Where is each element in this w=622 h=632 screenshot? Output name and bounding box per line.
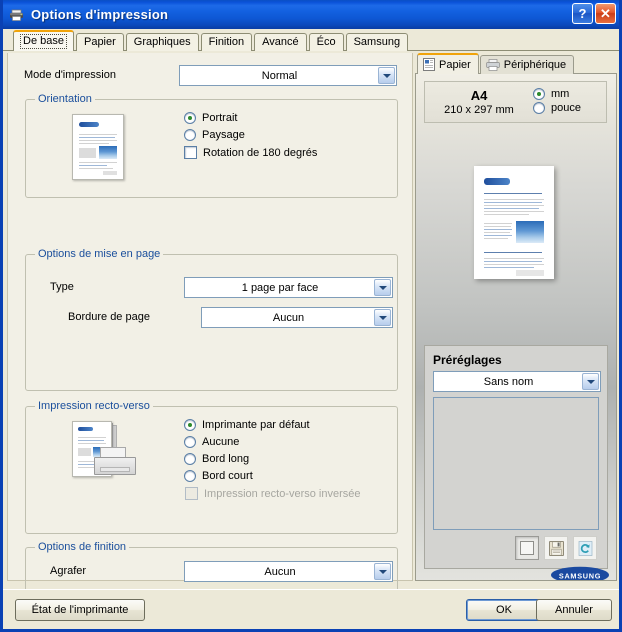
window-title-bar: Options d'impression ? ✕ xyxy=(3,0,619,29)
paper-icon xyxy=(423,58,435,71)
layout-type-label: Type xyxy=(50,281,74,293)
samsung-logo: SAMSUNG xyxy=(550,566,610,580)
finishing-group-title: Options de finition xyxy=(35,541,130,553)
radio-icon xyxy=(533,102,545,114)
new-preset-button[interactable] xyxy=(515,536,539,560)
page-border-select[interactable]: Aucun xyxy=(201,307,393,328)
duplex-group: Impression recto-verso Imprimante par dé… xyxy=(25,400,398,534)
orientation-landscape-radio[interactable]: Paysage xyxy=(184,129,317,141)
tab-finition[interactable]: Finition xyxy=(200,33,253,51)
orientation-group: Orientation Portrait Paysage Rotation de… xyxy=(25,93,398,198)
tab-avance[interactable]: Avancé xyxy=(254,33,307,51)
print-mode-value: Normal xyxy=(261,69,298,82)
ok-button[interactable]: OK xyxy=(466,599,542,621)
floppy-disk-icon xyxy=(548,540,564,556)
duplex-printer-default-radio[interactable]: Imprimante par défaut xyxy=(184,419,361,431)
radio-icon xyxy=(184,436,196,448)
tab-graphiques[interactable]: Graphiques xyxy=(125,33,199,51)
printer-icon xyxy=(8,5,26,23)
save-preset-button[interactable] xyxy=(544,536,568,560)
layout-options-group: Options de mise en page Type 1 page par … xyxy=(25,248,398,391)
tab-samsung[interactable]: Samsung xyxy=(345,33,409,51)
chevron-down-icon xyxy=(374,563,391,580)
staple-value: Aucun xyxy=(264,565,296,578)
duplex-long-edge-radio[interactable]: Bord long xyxy=(184,453,361,465)
reset-icon xyxy=(578,540,593,556)
chevron-down-icon xyxy=(374,309,391,326)
dialog-footer: État de l'imprimante OK Annuler xyxy=(3,589,619,629)
preview-tab-peripherique[interactable]: Périphérique xyxy=(479,55,575,74)
radio-icon xyxy=(533,88,545,100)
dialog-body: Mode d'impression Normal Orientation Por… xyxy=(3,51,619,621)
preview-tab-bar: Papier Périphérique xyxy=(415,53,617,74)
unit-inch-radio[interactable]: pouce xyxy=(533,102,581,114)
duplex-none-radio[interactable]: Aucune xyxy=(184,436,361,448)
window-title: Options d'impression xyxy=(31,6,169,22)
document-page-preview-icon xyxy=(474,166,554,279)
unit-radio-group: mm pouce xyxy=(533,88,581,116)
presets-panel: Préréglages Sans nom xyxy=(424,345,608,569)
tab-eco[interactable]: Éco xyxy=(308,33,344,51)
preview-tab-peripherique-label: Périphérique xyxy=(503,59,567,71)
presets-list[interactable] xyxy=(433,397,599,530)
checkbox-icon xyxy=(184,146,197,159)
chevron-down-icon xyxy=(374,279,391,296)
preview-tab-papier[interactable]: Papier xyxy=(417,53,479,74)
presets-title: Préréglages xyxy=(433,353,502,367)
page-border-label: Bordure de page xyxy=(68,311,150,323)
document-portrait-preview-icon xyxy=(72,114,124,180)
paper-info-panel: A4 210 x 297 mm mm pouce xyxy=(424,81,607,123)
printer-icon xyxy=(486,59,500,71)
orientation-group-title: Orientation xyxy=(35,93,95,105)
svg-text:SAMSUNG: SAMSUNG xyxy=(559,571,601,580)
chevron-down-icon xyxy=(378,67,395,84)
radio-icon xyxy=(184,129,196,141)
layout-type-select[interactable]: 1 page par face xyxy=(184,277,393,298)
radio-icon xyxy=(184,470,196,482)
blank-page-icon xyxy=(520,541,534,555)
duplex-reverse-checkbox: Impression recto-verso inversée xyxy=(185,487,361,500)
staple-label: Agrafer xyxy=(50,565,87,577)
duplex-group-title: Impression recto-verso xyxy=(35,400,153,412)
rotate-180-checkbox[interactable]: Rotation de 180 degrés xyxy=(184,146,317,159)
radio-icon xyxy=(184,112,196,124)
tab-de-base[interactable]: De base xyxy=(13,30,74,51)
reset-preset-button[interactable] xyxy=(573,536,597,560)
checkbox-icon xyxy=(185,487,198,500)
layout-group-title: Options de mise en page xyxy=(35,248,164,260)
layout-type-value: 1 page par face xyxy=(241,281,319,294)
paper-size-dimensions: 210 x 297 mm xyxy=(444,103,514,116)
preview-tab-papier-label: Papier xyxy=(439,58,471,71)
staple-select[interactable]: Aucun xyxy=(184,561,393,582)
cancel-button[interactable]: Annuler xyxy=(536,599,612,621)
help-button[interactable]: ? xyxy=(572,3,593,24)
print-mode-select[interactable]: Normal xyxy=(179,65,397,86)
presets-value: Sans nom xyxy=(483,375,534,388)
paper-size-name: A4 xyxy=(470,87,488,103)
page-border-value: Aucun xyxy=(272,311,305,324)
preview-content: A4 210 x 297 mm mm pouce Préréglages San… xyxy=(415,74,617,581)
printer-duplex-preview-icon xyxy=(68,419,144,481)
tab-papier[interactable]: Papier xyxy=(75,33,124,51)
radio-icon xyxy=(184,419,196,431)
window-caption-buttons: ? ✕ xyxy=(572,3,616,24)
print-options-dialog: Options d'impression ? ✕ De base Papier … xyxy=(0,0,622,632)
chevron-down-icon xyxy=(582,373,599,390)
print-mode-label: Mode d'impression xyxy=(24,69,116,81)
preview-pane: Papier Périphérique A4 210 x 297 mm mm p… xyxy=(415,53,617,581)
tab-bar: De base Papier Graphiques Finition Avanc… xyxy=(3,29,619,51)
paper-size-block: A4 210 x 297 mm xyxy=(425,88,533,117)
radio-icon xyxy=(184,453,196,465)
orientation-portrait-radio[interactable]: Portrait xyxy=(184,112,317,124)
presets-select[interactable]: Sans nom xyxy=(433,371,601,392)
printer-status-button[interactable]: État de l'imprimante xyxy=(15,599,145,621)
close-button[interactable]: ✕ xyxy=(595,3,616,24)
duplex-short-edge-radio[interactable]: Bord court xyxy=(184,470,361,482)
presets-buttons xyxy=(433,536,599,560)
unit-mm-radio[interactable]: mm xyxy=(533,88,581,100)
basic-settings-pane: Mode d'impression Normal Orientation Por… xyxy=(7,53,413,621)
